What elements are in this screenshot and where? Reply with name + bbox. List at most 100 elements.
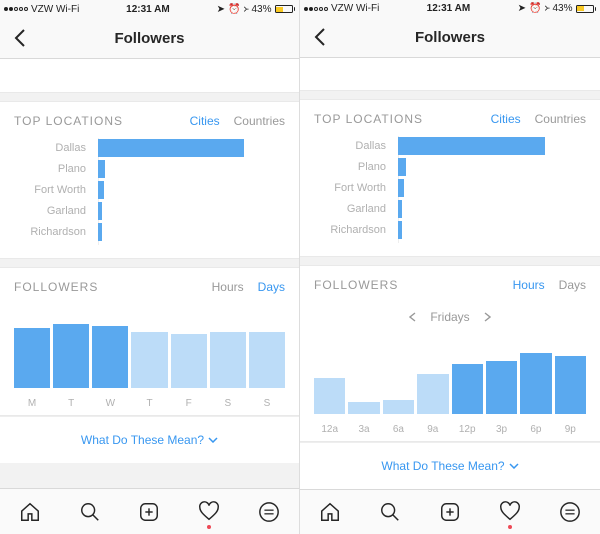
followers-chart: Fridays 12a3a6a9a12p3p6p9p [300, 300, 600, 441]
vbar-label: M [14, 398, 50, 409]
hbar-fill [398, 137, 545, 155]
hbar-row: Dallas [350, 137, 586, 155]
home-icon[interactable] [318, 500, 342, 524]
vbar-label: F [171, 398, 207, 409]
signal-icon [4, 7, 28, 11]
hbar-label: Dallas [12, 142, 92, 154]
activity-icon[interactable] [498, 500, 522, 524]
tab-days[interactable]: Days [559, 278, 586, 292]
hbar-label: Fort Worth [12, 184, 92, 196]
what-do-these-mean-link[interactable]: What Do These Mean? [0, 416, 299, 463]
vbar-label: 3p [486, 424, 517, 435]
nav-bar: Followers [0, 18, 299, 59]
hbar-row: Fort Worth [350, 179, 586, 197]
profile-icon[interactable] [257, 500, 281, 524]
profile-icon[interactable] [558, 500, 582, 524]
spacer [300, 58, 600, 91]
hbar-fill [98, 181, 104, 199]
followers-chart: MTWTFSS [0, 302, 299, 415]
add-post-icon[interactable] [438, 500, 462, 524]
add-post-icon[interactable] [137, 500, 161, 524]
nav-bar: Followers [300, 18, 600, 58]
vbar [555, 356, 586, 414]
tab-hours[interactable]: Hours [513, 278, 545, 292]
battery-pct: 43% [251, 4, 271, 15]
section-title: TOP LOCATIONS [14, 114, 176, 128]
home-icon[interactable] [18, 500, 42, 524]
back-button[interactable] [8, 26, 32, 50]
hbar-row: Richardson [350, 221, 586, 239]
vbar [131, 332, 167, 388]
bottom-tab-bar [0, 488, 299, 534]
search-icon[interactable] [378, 500, 402, 524]
hbar-row: Dallas [50, 139, 285, 157]
battery-pct: 43% [552, 3, 572, 14]
tab-days[interactable]: Days [258, 280, 285, 294]
tab-hours[interactable]: Hours [212, 280, 244, 294]
hbar-fill [398, 221, 402, 239]
back-button[interactable] [308, 25, 332, 49]
hbar-fill [398, 200, 402, 218]
hbar-fill [398, 158, 406, 176]
vbar [383, 400, 414, 414]
what-do-these-mean-link[interactable]: What Do These Mean? [300, 442, 600, 489]
tab-countries[interactable]: Countries [535, 112, 586, 126]
vbar-label: S [210, 398, 246, 409]
hbar-fill [98, 202, 102, 220]
vbar-label: 6p [520, 424, 551, 435]
tab-countries[interactable]: Countries [234, 114, 285, 128]
vbar-label: 9p [555, 424, 586, 435]
carrier-label: VZW Wi-Fi [331, 3, 379, 14]
vbar [171, 334, 207, 388]
vbar [14, 328, 50, 388]
vbar [486, 361, 517, 414]
alarm-icon: ⏰ [529, 3, 541, 14]
location-icon: ➤ [518, 3, 526, 14]
search-icon[interactable] [78, 500, 102, 524]
followers-section: FOLLOWERS Hours Days Fridays 12a3a6a9a12… [300, 265, 600, 442]
hbar-label: Richardson [12, 226, 92, 238]
spacer [0, 59, 299, 93]
alarm-icon: ⏰ [228, 4, 240, 15]
carrier-label: VZW Wi-Fi [31, 4, 79, 15]
vbar [452, 364, 483, 414]
location-icon: ➤ [217, 4, 225, 15]
prev-day-button[interactable] [409, 312, 416, 322]
hbar-label: Garland [312, 203, 392, 215]
vbar [314, 378, 345, 414]
section-title: FOLLOWERS [14, 280, 198, 294]
activity-icon[interactable] [197, 500, 221, 524]
vbar-label: W [92, 398, 128, 409]
section-title: FOLLOWERS [314, 278, 499, 292]
next-day-button[interactable] [484, 312, 491, 322]
screen-left: VZW Wi-Fi 12:31 AM ➤ ⏰ ᚛ 43% Followers T [0, 0, 300, 534]
tab-cities[interactable]: Cities [491, 112, 521, 126]
top-locations-section: TOP LOCATIONS Cities Countries Dallas Pla… [0, 101, 299, 259]
vbar-label: 12a [314, 424, 345, 435]
locations-chart: Dallas Plano Fort Worth Garland Richardson [0, 139, 299, 258]
signal-icon [304, 7, 328, 11]
hbar-fill [398, 179, 404, 197]
vbar [417, 374, 448, 414]
vbar [249, 332, 285, 388]
status-bar: VZW Wi-Fi 12:31 AM ➤ ⏰ ᚛ 43% [0, 0, 299, 18]
hbar-row: Richardson [50, 223, 285, 241]
hbar-label: Fort Worth [312, 182, 392, 194]
page-title: Followers [300, 29, 600, 46]
hbar-fill [98, 223, 102, 241]
section-title: TOP LOCATIONS [314, 112, 477, 126]
hbar-row: Plano [50, 160, 285, 178]
vbar [348, 402, 379, 414]
followers-section: FOLLOWERS Hours Days MTWTFSS [0, 267, 299, 416]
hbar-fill [98, 139, 244, 157]
vbar-label: 12p [452, 424, 483, 435]
tab-cities[interactable]: Cities [190, 114, 220, 128]
top-locations-section: TOP LOCATIONS Cities Countries Dallas Pla… [300, 99, 600, 257]
clock-label: 12:31 AM [427, 3, 471, 14]
vbar-label: S [249, 398, 285, 409]
hbar-label: Plano [312, 161, 392, 173]
vbar [92, 326, 128, 388]
screen-right: VZW Wi-Fi 12:31 AM ➤ ⏰ ᚛ 43% Followers T [300, 0, 600, 534]
hbar-label: Garland [12, 205, 92, 217]
chevron-down-icon [208, 437, 218, 443]
